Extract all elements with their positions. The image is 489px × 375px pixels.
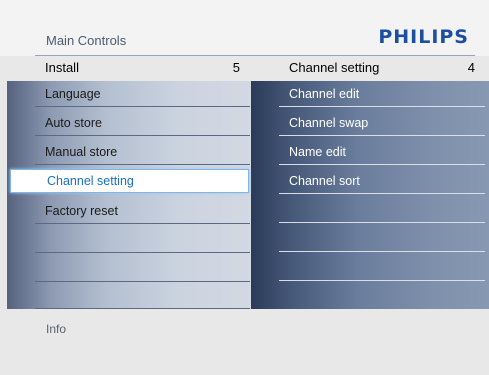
tv-menu-screen: Main Controls PHILIPS Install 5 Channel …	[0, 0, 489, 375]
submenu-item-channel-edit[interactable]: Channel edit	[279, 81, 485, 107]
menu-title: Main Controls	[46, 33, 127, 48]
menu-item-label: Language	[45, 87, 101, 101]
submenu-item-divider	[279, 135, 485, 136]
menu-item-empty	[35, 283, 250, 309]
menu-item-divider	[35, 164, 250, 165]
submenu-item-label: Channel sort	[289, 174, 360, 188]
submenu-item-empty	[279, 226, 485, 252]
submenu-item-channel-swap[interactable]: Channel swap	[279, 110, 485, 136]
submenu-item-empty	[279, 197, 485, 223]
submenu-item-divider	[279, 106, 485, 107]
menu-item-manual-store[interactable]: Manual store	[35, 139, 250, 165]
menu-item-auto-store[interactable]: Auto store	[35, 110, 250, 136]
submenu-item-label: Channel edit	[289, 87, 360, 101]
left-menu-header: Install 5	[35, 56, 250, 80]
info-area	[0, 309, 489, 375]
menu-item-divider	[35, 223, 250, 224]
submenu-item-channel-sort[interactable]: Channel sort	[279, 168, 485, 194]
submenu-item-label: Name edit	[289, 145, 346, 159]
menu-item-label: Factory reset	[45, 204, 118, 218]
submenu-item-divider	[279, 251, 485, 252]
submenu-item-label: Channel swap	[289, 116, 369, 130]
submenu-item-divider	[279, 193, 485, 194]
submenu-item-empty	[279, 283, 485, 309]
submenu-item-divider	[279, 280, 485, 281]
right-menu-header: Channel setting 4	[279, 56, 485, 80]
submenu-item-divider	[279, 164, 485, 165]
submenu-item-divider	[279, 222, 485, 223]
menu-item-label: Channel setting	[47, 174, 134, 188]
menu-item-divider	[35, 252, 250, 253]
menu-item-factory-reset[interactable]: Factory reset	[35, 198, 250, 224]
menu-item-empty	[35, 227, 250, 253]
menu-item-language[interactable]: Language	[35, 81, 250, 107]
right-menu-title: Channel setting	[289, 60, 380, 75]
right-menu-count: 4	[467, 60, 475, 75]
menu-item-empty	[35, 256, 250, 282]
submenu-item-name-edit[interactable]: Name edit	[279, 139, 485, 165]
menu-item-label: Manual store	[45, 145, 118, 159]
info-label: Info	[46, 322, 67, 336]
menu-item-divider	[35, 135, 250, 136]
menu-item-label: Auto store	[45, 116, 102, 130]
menu-item-divider	[35, 281, 250, 282]
submenu-item-empty	[279, 255, 485, 281]
left-menu-count: 5	[232, 60, 240, 75]
menu-item-divider	[35, 106, 250, 107]
brand-logo: PHILIPS	[378, 26, 469, 48]
menu-item-channel-setting[interactable]: Channel setting	[10, 169, 249, 193]
left-menu-title: Install	[45, 60, 79, 75]
